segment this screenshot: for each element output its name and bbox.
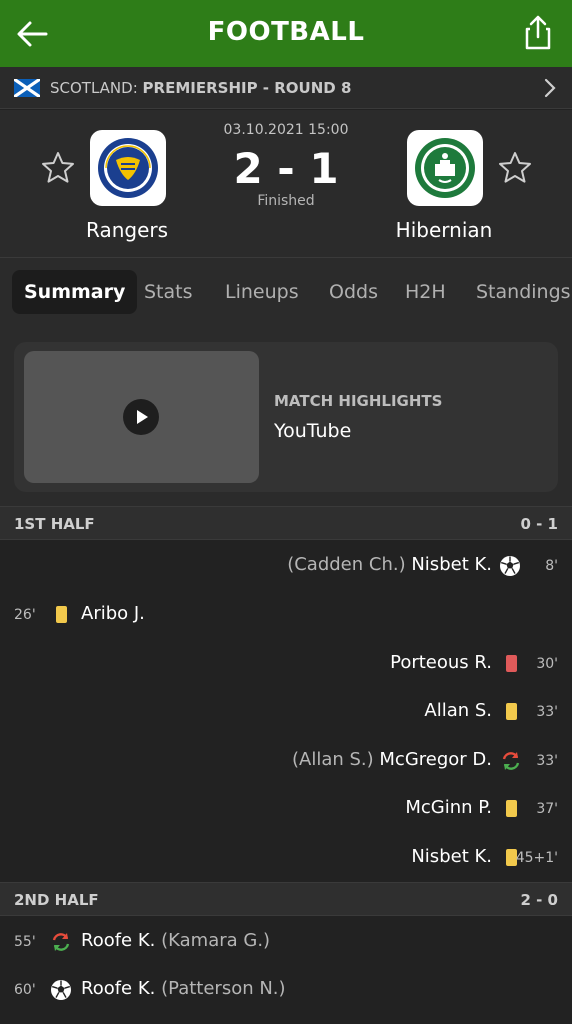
event-row[interactable]: Porteous R. 30' [0,640,572,688]
video-thumbnail[interactable] [24,351,259,483]
highlights-label: MATCH HIGHLIGHTS [274,392,443,410]
yellow-card-icon [500,701,522,723]
goal-ball-icon [500,556,520,576]
event-assist: (Allan S.) [291,749,374,770]
event-row[interactable]: McGinn P. 37' [0,785,572,833]
scotland-flag-icon [14,79,40,97]
red-card-icon [500,653,522,675]
hibernian-crest-icon [415,138,475,198]
share-icon[interactable] [518,12,558,52]
event-player-name: Nisbet K. [411,554,492,575]
event-row[interactable]: (Allan S.) McGregor D. 33' [0,737,572,785]
first-half-label: 1ST HALF [14,515,95,533]
event-row[interactable]: Nisbet K. 45+1' [0,834,572,882]
highlights-card[interactable]: MATCH HIGHLIGHTS YouTube [14,342,558,492]
tab-stats[interactable]: Stats [144,270,193,314]
event-player-name: Nisbet K. [411,846,492,867]
event-minute: 55' [14,934,36,950]
event-assist: (Cadden Ch.) [287,554,406,575]
event-player: Allan S. [424,700,492,721]
event-row[interactable]: 55' Roofe K. (Kamara G.) [0,918,572,966]
event-minute: 30' [536,656,558,672]
second-half-header: 2ND HALF 2 - 0 [0,882,572,916]
league-row[interactable]: SCOTLAND: PREMIERSHIP - ROUND 8 [0,67,572,109]
event-minute: 37' [536,801,558,817]
event-row[interactable]: 60' Roofe K. (Patterson N.) [0,966,572,1014]
event-assist: (Kamara G.) [161,930,271,951]
chevron-right-icon [544,78,556,98]
match-header: Rangers 03.10.2021 15:00 2 - 1 Finished … [0,110,572,258]
event-minute: 45+1' [515,850,558,866]
event-minute: 60' [14,982,36,998]
league-name: SCOTLAND: PREMIERSHIP - ROUND 8 [50,79,351,97]
event-player: (Cadden Ch.) Nisbet K. [287,554,492,575]
page-title: FOOTBALL [207,17,365,47]
event-player: Nisbet K. [411,846,492,867]
tab-summary[interactable]: Summary [12,270,138,314]
event-assist: (Patterson N.) [161,978,286,999]
match-datetime: 03.10.2021 15:00 [223,122,349,138]
event-minute: 8' [545,558,558,574]
event-player-name: Aribo J. [81,603,145,624]
substitution-icon [52,933,70,951]
match-tabs: Summary Stats Lineups Odds H2H Standings [0,258,572,326]
event-row[interactable]: Allan S. 33' [0,688,572,736]
event-player-name: McGinn P. [405,797,492,818]
event-minute: 33' [536,704,558,720]
tab-odds[interactable]: Odds [329,270,378,314]
event-player: Roofe K. (Kamara G.) [81,930,270,951]
app-header: FOOTBALL [0,0,572,67]
tab-lineups[interactable]: Lineups [225,270,299,314]
event-minute: 33' [536,753,558,769]
yellow-card-icon [50,604,72,626]
event-player: Roofe K. (Patterson N.) [81,978,286,999]
match-score: 2 - 1 [233,144,339,193]
first-half-score: 0 - 1 [520,515,558,533]
event-player-name: McGregor D. [379,749,492,770]
event-player-name: Allan S. [424,700,492,721]
event-player-name: Porteous R. [390,652,492,673]
second-half-score: 2 - 0 [520,891,558,909]
goal-ball-icon [51,980,71,1000]
substitution-icon [502,752,520,770]
first-half-header: 1ST HALF 0 - 1 [0,506,572,540]
away-team-crest[interactable] [407,130,483,206]
event-player: Porteous R. [390,652,492,673]
event-minute: 26' [14,607,36,623]
play-button[interactable] [123,399,159,435]
league-country: SCOTLAND: [50,79,138,97]
play-icon [137,410,148,424]
league-competition: PREMIERSHIP - ROUND 8 [142,79,352,97]
match-status: Finished [257,193,315,209]
tab-h2h[interactable]: H2H [405,270,446,314]
favorite-away-star-icon[interactable] [497,150,533,186]
highlights-section: MATCH HIGHLIGHTS YouTube [0,326,572,506]
home-team-name[interactable]: Rangers [47,218,207,242]
event-player: Aribo J. [81,603,145,624]
yellow-card-icon [500,798,522,820]
event-player: (Allan S.) McGregor D. [292,749,492,770]
event-player-name: Roofe K. [81,930,156,951]
event-player: McGinn P. [405,797,492,818]
tab-standings[interactable]: Standings [476,270,571,314]
away-team-name[interactable]: Hibernian [364,218,524,242]
event-row[interactable]: (Cadden Ch.) Nisbet K. 8' [0,542,572,590]
second-half-label: 2ND HALF [14,891,99,909]
highlights-source: YouTube [274,420,352,442]
event-player-name: Roofe K. [81,978,156,999]
event-row[interactable]: 26' Aribo J. [0,591,572,639]
